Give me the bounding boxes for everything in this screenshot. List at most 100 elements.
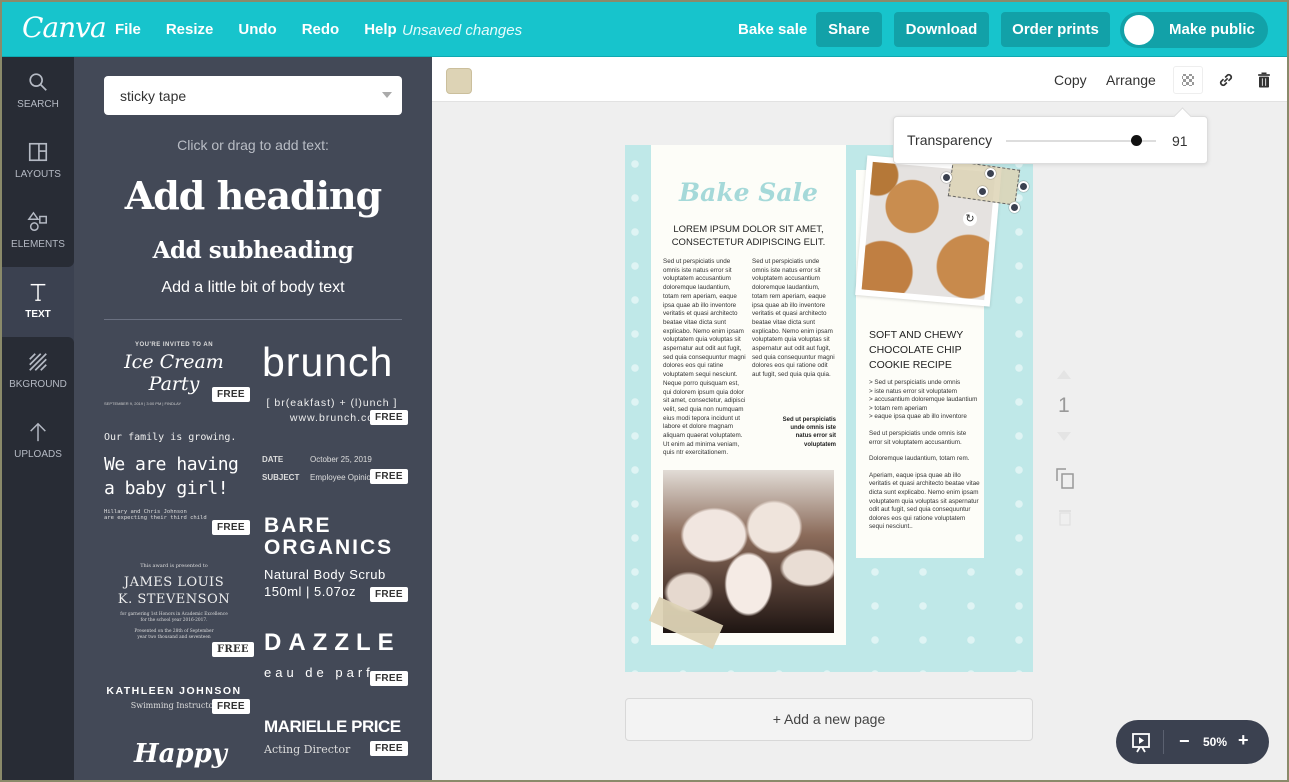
color-swatch[interactable]	[446, 68, 472, 94]
rail-item-uploads[interactable]: UPLOADS	[2, 407, 74, 477]
resize-handle[interactable]	[985, 168, 996, 179]
bake-sale-title[interactable]: Bake Sale	[651, 178, 846, 207]
toggle-knob	[1124, 15, 1154, 45]
top-bar: Canva File Resize Undo Redo Help Unsaved…	[2, 2, 1287, 57]
transparency-value: 91	[1172, 133, 1188, 149]
canva-logo[interactable]: Canva	[22, 11, 107, 44]
add-subheading-button[interactable]: Add subheading	[104, 237, 402, 264]
template-dazzle[interactable]: DAZZLE eau de parfum FREE	[264, 629, 408, 689]
canva-editor: Canva File Resize Undo Redo Help Unsaved…	[0, 0, 1289, 782]
transparency-icon[interactable]	[1173, 66, 1203, 94]
page-number: 1	[1058, 394, 1070, 417]
side-rail: SEARCH LAYOUTS ELEMENTS TEXT BKGROUND UP…	[2, 57, 74, 780]
copy-button[interactable]: Copy	[1054, 72, 1087, 88]
download-button[interactable]: Download	[894, 12, 989, 47]
free-badge: FREE	[370, 410, 408, 425]
delete-page-icon[interactable]	[1058, 508, 1072, 531]
text-icon	[2, 281, 74, 309]
duplicate-page-icon[interactable]	[1056, 468, 1076, 495]
upload-icon	[2, 421, 74, 449]
elements-icon	[2, 211, 74, 239]
template-award[interactable]: This award is presented to JAMES LOUIS K…	[104, 563, 254, 663]
template-happy[interactable]: Happy	[134, 739, 227, 779]
resize-handle[interactable]	[1018, 181, 1029, 192]
zoom-in-button[interactable]: +	[1238, 730, 1249, 751]
arrange-button[interactable]: Arrange	[1106, 72, 1156, 88]
rail-item-layouts[interactable]: LAYOUTS	[2, 127, 74, 197]
present-icon[interactable]	[1131, 732, 1151, 759]
zoom-controls: − 50% +	[1116, 720, 1269, 764]
left-card[interactable]: Bake Sale LOREM IPSUM DOLOR SIT AMET, CO…	[651, 145, 846, 645]
design-title[interactable]: Bake sale	[738, 21, 807, 38]
template-marielle-price[interactable]: MARIELLE PRICE Acting Director FREE	[264, 717, 408, 762]
transparency-label: Transparency	[907, 132, 993, 148]
resize-handle[interactable]	[1009, 202, 1020, 213]
headline-text[interactable]: LOREM IPSUM DOLOR SIT AMET, CONSECTETUR …	[663, 223, 834, 249]
rail-label: ELEMENTS	[11, 239, 65, 250]
template-kathleen-johnson[interactable]: KATHLEEN JOHNSON Swimming Instructor FRE…	[104, 685, 250, 725]
search-value: sticky tape	[120, 88, 187, 104]
free-badge: FREE	[212, 699, 250, 714]
template-bare-organics[interactable]: BARE ORGANICS Natural Body Scrub 150ml |…	[264, 515, 408, 605]
template-brunch[interactable]: brunch [ br(eakfast) + (l)unch ] www.bru…	[262, 340, 408, 430]
add-heading-button[interactable]: Add heading	[104, 173, 402, 218]
rail-item-background[interactable]: BKGROUND	[2, 337, 74, 407]
chevron-down-icon[interactable]	[382, 92, 392, 98]
body-column-2[interactable]: Sed ut perspiciatis unde omnis iste natu…	[752, 258, 836, 380]
resize-handle[interactable]	[977, 186, 988, 197]
resize-handle[interactable]	[941, 172, 952, 183]
search-input[interactable]: sticky tape	[104, 76, 402, 115]
menu-undo[interactable]: Undo	[238, 21, 276, 38]
make-public-toggle[interactable]: Make public	[1120, 12, 1268, 48]
free-badge: FREE	[212, 642, 254, 657]
free-badge: FREE	[370, 671, 408, 686]
layouts-icon	[2, 141, 74, 169]
divider	[104, 319, 402, 320]
search-icon	[2, 71, 74, 99]
make-public-label: Make public	[1169, 21, 1255, 38]
menu-help[interactable]: Help	[364, 21, 397, 38]
rail-label: LAYOUTS	[15, 169, 61, 180]
rail-item-elements[interactable]: ELEMENTS	[2, 197, 74, 267]
menu-redo[interactable]: Redo	[302, 21, 340, 38]
transparency-slider-knob[interactable]	[1131, 135, 1142, 146]
context-toolbar: Copy Arrange	[432, 57, 1287, 102]
move-page-down-icon[interactable]	[1057, 432, 1071, 441]
rail-label: SEARCH	[17, 99, 59, 110]
free-badge: FREE	[370, 469, 408, 484]
add-body-text-button[interactable]: Add a little bit of body text	[104, 279, 402, 297]
main-menu: File Resize Undo Redo Help	[115, 21, 422, 38]
zoom-out-button[interactable]: −	[1179, 731, 1190, 752]
order-prints-button[interactable]: Order prints	[1001, 12, 1110, 47]
text-panel: sticky tape Click or drag to add text: A…	[74, 57, 432, 780]
add-new-page-button[interactable]: + Add a new page	[625, 698, 1033, 741]
free-badge: FREE	[212, 520, 250, 535]
save-status: Unsaved changes	[402, 22, 523, 39]
recipe-title[interactable]: SOFT AND CHEWY CHOCOLATE CHIP COOKIE REC…	[869, 328, 979, 373]
panel-hint: Click or drag to add text:	[177, 137, 329, 153]
zoom-level[interactable]: 50%	[1203, 735, 1227, 749]
cupcake-photo[interactable]	[663, 470, 834, 633]
template-memo[interactable]: DATE October 25, 2019 SUBJECT Employee Opi…	[262, 455, 408, 495]
trash-icon[interactable]	[1254, 70, 1274, 90]
menu-resize[interactable]: Resize	[166, 21, 214, 38]
move-page-up-icon[interactable]	[1057, 370, 1071, 379]
rotate-icon[interactable]: ↻	[963, 212, 977, 226]
rail-item-search[interactable]: SEARCH	[2, 57, 74, 127]
free-badge: FREE	[370, 741, 408, 756]
rail-item-text[interactable]: TEXT	[2, 267, 74, 337]
background-icon	[2, 351, 74, 379]
template-baby-announcement[interactable]: Our family is growing. We are having a b…	[104, 432, 250, 542]
menu-file[interactable]: File	[115, 21, 141, 38]
free-badge: FREE	[370, 587, 408, 602]
link-icon[interactable]	[1216, 70, 1236, 90]
rail-label: UPLOADS	[14, 449, 62, 460]
rail-label: TEXT	[25, 309, 51, 320]
share-button[interactable]: Share	[816, 12, 882, 47]
body-note[interactable]: Sed ut perspiciatis unde omnis iste natu…	[781, 416, 836, 449]
body-column-1[interactable]: Sed ut perspiciatis unde omnis iste natu…	[663, 258, 747, 458]
recipe-body[interactable]: > Sed ut perspiciatis unde omnis > iste …	[869, 379, 981, 532]
transparency-popover: Transparency 91	[893, 116, 1208, 164]
template-ice-cream-party[interactable]: YOU'RE INVITED TO AN Ice Cream Party SEP…	[104, 342, 250, 412]
rail-label: BKGROUND	[9, 379, 67, 390]
